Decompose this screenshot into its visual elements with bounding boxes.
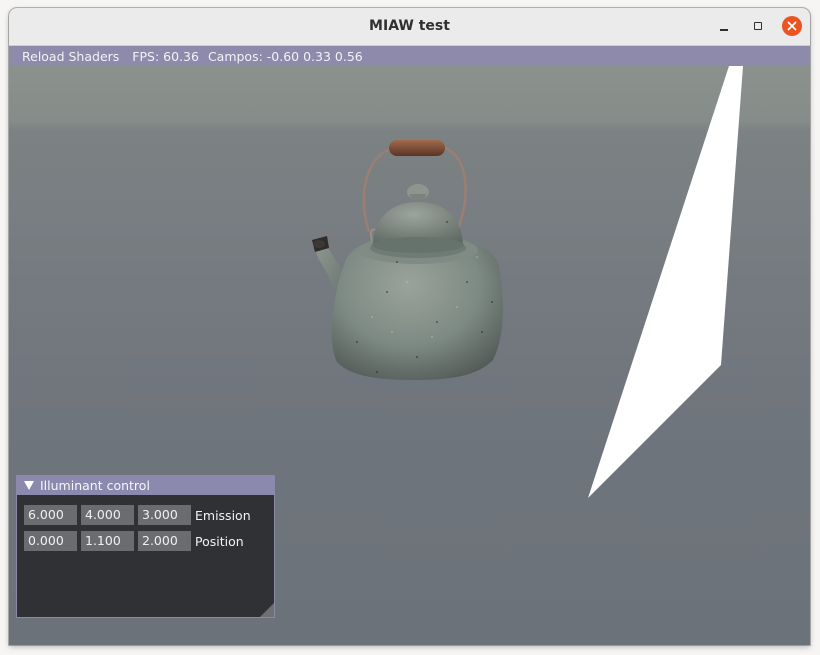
position-x-field[interactable]: 0.000	[24, 531, 77, 551]
illuminant-control-header[interactable]: Illuminant control	[17, 476, 274, 495]
collapse-triangle-icon[interactable]	[24, 481, 34, 490]
emission-row: 6.000 4.000 3.000 Emission	[24, 505, 251, 525]
position-z-field[interactable]: 2.000	[138, 531, 191, 551]
reload-shaders-menu-item[interactable]: Reload Shaders	[22, 49, 119, 64]
close-button[interactable]	[782, 16, 802, 36]
emission-b-field[interactable]: 3.000	[138, 505, 191, 525]
app-window: MIAW test Reload Shaders FPS: 60.36 Camp…	[9, 8, 810, 645]
emission-g-field[interactable]: 4.000	[81, 505, 134, 525]
title-bar[interactable]: MIAW test	[9, 8, 810, 46]
render-viewport[interactable]: Illuminant control 6.000 4.000 3.000 Emi…	[9, 66, 810, 645]
window-title: MIAW test	[369, 18, 450, 34]
close-icon	[787, 21, 797, 31]
panel-title: Illuminant control	[40, 478, 150, 493]
emission-r-field[interactable]: 6.000	[24, 505, 77, 525]
camera-position-readout: Campos: -0.60 0.33 0.56	[207, 48, 363, 64]
main-menu-bar: Reload Shaders FPS: 60.36 Campos: -0.60 …	[9, 46, 810, 66]
position-row: 0.000 1.100 2.000 Position	[24, 531, 244, 551]
resize-grip[interactable]	[260, 603, 274, 617]
emission-label: Emission	[195, 507, 251, 523]
maximize-button[interactable]	[748, 16, 768, 36]
minimize-button[interactable]	[714, 16, 734, 36]
position-label: Position	[195, 533, 244, 549]
position-y-field[interactable]: 1.100	[81, 531, 134, 551]
teapot-model	[312, 140, 503, 380]
fps-readout: FPS: 60.36	[132, 48, 199, 64]
illuminant-control-panel: Illuminant control 6.000 4.000 3.000 Emi…	[16, 475, 275, 618]
